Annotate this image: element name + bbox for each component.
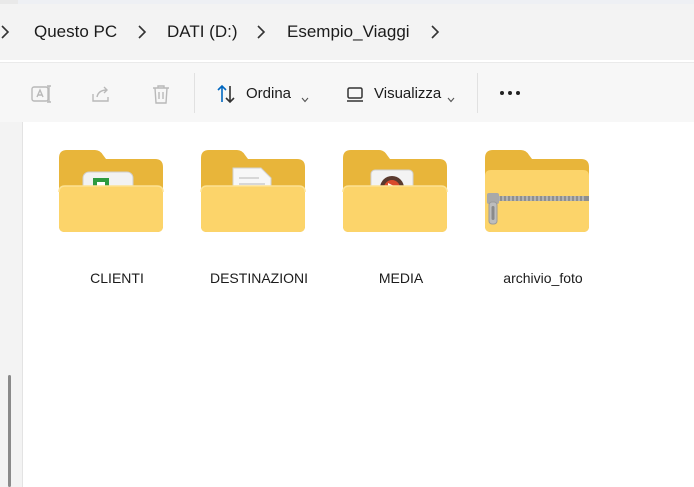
- chevron-down-icon[interactable]: [447, 90, 455, 103]
- zip-item-archivio-foto[interactable]: archivio_foto: [483, 146, 603, 286]
- zip-folder-icon: [485, 150, 589, 232]
- share-icon[interactable]: [89, 82, 113, 106]
- chevron-right-icon[interactable]: [430, 24, 440, 40]
- item-label: CLIENTI: [90, 270, 144, 286]
- sort-button[interactable]: Ordina: [246, 63, 291, 123]
- more-options-icon[interactable]: [498, 83, 522, 103]
- rename-icon[interactable]: [29, 82, 53, 106]
- folder-item-media[interactable]: MEDIA: [341, 146, 461, 286]
- folder-icon: [200, 150, 306, 232]
- sort-icon[interactable]: [214, 82, 238, 106]
- chevron-right-icon[interactable]: [256, 24, 266, 40]
- item-label: DESTINAZIONI: [209, 270, 308, 286]
- chevron-right-icon[interactable]: [137, 24, 147, 40]
- view-button[interactable]: Visualizza: [374, 63, 441, 123]
- address-bar[interactable]: Questo PC DATI (D:) Esempio_Viaggi: [0, 4, 694, 60]
- delete-icon[interactable]: [149, 82, 173, 106]
- command-bar: Ordina Visualizza: [0, 62, 694, 124]
- item-label: archivio_foto: [503, 270, 583, 286]
- view-icon[interactable]: [344, 82, 368, 106]
- file-list: CLIENTI DESTINAZIONI MEDIA archivio_foto: [23, 122, 694, 487]
- chevron-down-icon[interactable]: [301, 90, 309, 103]
- command-separator: [477, 73, 478, 113]
- folder-item-destinazioni[interactable]: DESTINAZIONI: [199, 146, 319, 286]
- folder-item-clienti[interactable]: CLIENTI: [57, 146, 177, 286]
- folder-icon: [58, 150, 164, 232]
- breadcrumb-dati-d[interactable]: DATI (D:): [167, 4, 238, 60]
- nav-scrollbar[interactable]: [8, 375, 11, 487]
- navigation-pane[interactable]: [0, 122, 23, 487]
- folder-icon: [342, 150, 448, 232]
- breadcrumb-esempio-viaggi[interactable]: Esempio_Viaggi: [287, 4, 410, 60]
- breadcrumb-questo-pc[interactable]: Questo PC: [34, 4, 117, 60]
- chevron-right-icon[interactable]: [0, 24, 10, 40]
- command-separator: [194, 73, 195, 113]
- item-label: MEDIA: [378, 270, 424, 286]
